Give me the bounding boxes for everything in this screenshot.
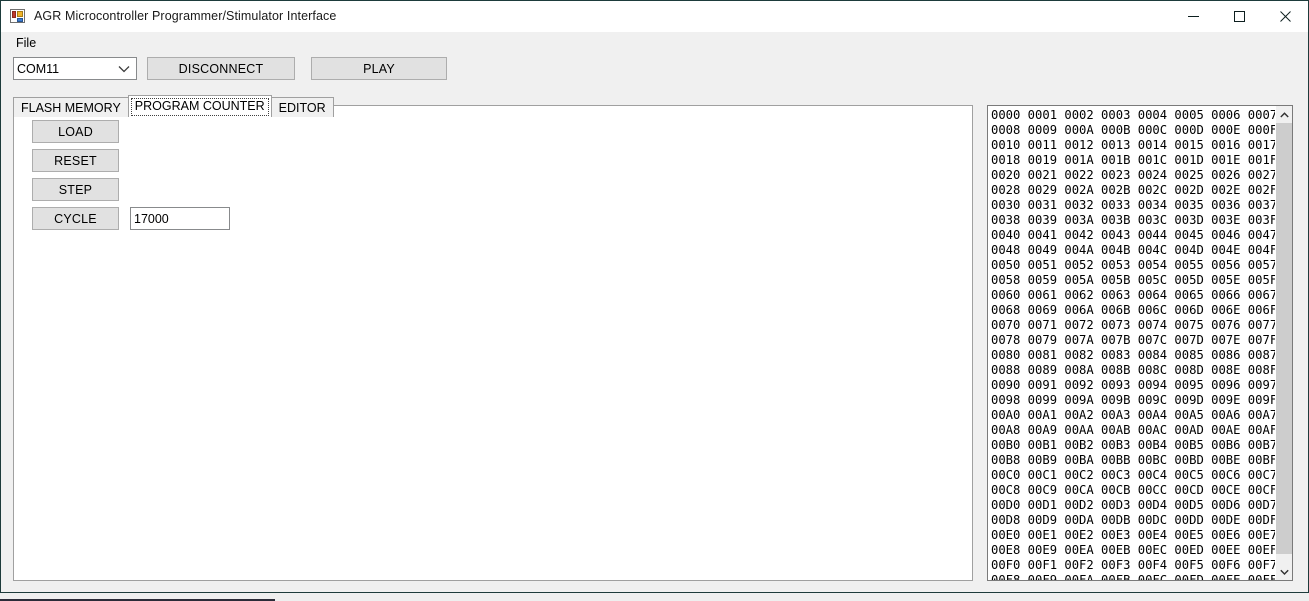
address-row[interactable]: 0018 0019 001A 001B 001C 001D 001E 001F bbox=[991, 153, 1275, 168]
tab-strip: FLASH MEMORY PROGRAM COUNTER EDITOR bbox=[13, 95, 1308, 117]
address-row[interactable]: 00C8 00C9 00CA 00CB 00CC 00CD 00CE 00CF bbox=[991, 483, 1275, 498]
disconnect-button[interactable]: DISCONNECT bbox=[147, 57, 295, 80]
title-bar: AGR Microcontroller Programmer/Stimulato… bbox=[1, 1, 1308, 32]
scrollbar-thumb[interactable] bbox=[1276, 123, 1292, 554]
address-row[interactable]: 00D8 00D9 00DA 00DB 00DC 00DD 00DE 00DF bbox=[991, 513, 1275, 528]
address-row[interactable]: 0008 0009 000A 000B 000C 000D 000E 000F bbox=[991, 123, 1275, 138]
address-rows-container: 0000 0001 0002 0003 0004 0005 0006 0007 0… bbox=[988, 106, 1275, 580]
address-row[interactable]: 0058 0059 005A 005B 005C 005D 005E 005F bbox=[991, 273, 1275, 288]
address-row[interactable]: 00B0 00B1 00B2 00B3 00B4 00B5 00B6 00B7 bbox=[991, 438, 1275, 453]
application-window: AGR Microcontroller Programmer/Stimulato… bbox=[0, 0, 1309, 593]
address-row[interactable]: 0020 0021 0022 0023 0024 0025 0026 0027 bbox=[991, 168, 1275, 183]
window-title: AGR Microcontroller Programmer/Stimulato… bbox=[34, 9, 337, 23]
tab-flash-memory[interactable]: FLASH MEMORY bbox=[13, 97, 129, 117]
address-row[interactable]: 0070 0071 0072 0073 0074 0075 0076 0077 bbox=[991, 318, 1275, 333]
menu-item-file[interactable]: File bbox=[7, 33, 45, 53]
maximize-icon bbox=[1233, 10, 1245, 22]
program-counter-controls: LOAD RESET STEP CYCLE bbox=[32, 120, 230, 236]
minimize-button[interactable] bbox=[1170, 1, 1216, 31]
cycle-count-input[interactable] bbox=[130, 207, 230, 230]
reset-button[interactable]: RESET bbox=[32, 149, 119, 172]
cycle-button[interactable]: CYCLE bbox=[32, 207, 119, 230]
step-row: STEP bbox=[32, 178, 230, 201]
address-row[interactable]: 0010 0011 0012 0013 0014 0015 0016 0017 bbox=[991, 138, 1275, 153]
chevron-down-icon bbox=[1280, 569, 1289, 575]
chevron-down-icon bbox=[118, 62, 130, 76]
cycle-row: CYCLE bbox=[32, 207, 230, 230]
address-row[interactable]: 0040 0041 0042 0043 0044 0045 0046 0047 bbox=[991, 228, 1275, 243]
program-counter-address-listbox[interactable]: 0000 0001 0002 0003 0004 0005 0006 0007 0… bbox=[987, 105, 1293, 581]
step-button[interactable]: STEP bbox=[32, 178, 119, 201]
address-row[interactable]: 00A8 00A9 00AA 00AB 00AC 00AD 00AE 00AF bbox=[991, 423, 1275, 438]
address-row[interactable]: 0080 0081 0082 0083 0084 0085 0086 0087 bbox=[991, 348, 1275, 363]
address-row[interactable]: 00C0 00C1 00C2 00C3 00C4 00C5 00C6 00C7 bbox=[991, 468, 1275, 483]
address-row[interactable]: 00D0 00D1 00D2 00D3 00D4 00D5 00D6 00D7 bbox=[991, 498, 1275, 513]
address-row[interactable]: 00F0 00F1 00F2 00F3 00F4 00F5 00F6 00F7 bbox=[991, 558, 1275, 573]
menu-bar: File bbox=[1, 32, 1308, 54]
scroll-down-button[interactable] bbox=[1276, 563, 1292, 580]
address-row[interactable]: 0060 0061 0062 0063 0064 0065 0066 0067 bbox=[991, 288, 1275, 303]
address-row[interactable]: 0028 0029 002A 002B 002C 002D 002E 002F bbox=[991, 183, 1275, 198]
desktop-background-sliver bbox=[0, 593, 1309, 601]
address-row[interactable]: 0090 0091 0092 0093 0094 0095 0096 0097 bbox=[991, 378, 1275, 393]
address-row[interactable]: 0050 0051 0052 0053 0054 0055 0056 0057 bbox=[991, 258, 1275, 273]
app-icon bbox=[10, 8, 26, 24]
address-row[interactable]: 0098 0099 009A 009B 009C 009D 009E 009F bbox=[991, 393, 1275, 408]
address-row[interactable]: 0030 0031 0032 0033 0034 0035 0036 0037 bbox=[991, 198, 1275, 213]
load-button[interactable]: LOAD bbox=[32, 120, 119, 143]
address-row[interactable]: 00A0 00A1 00A2 00A3 00A4 00A5 00A6 00A7 bbox=[991, 408, 1275, 423]
close-button[interactable] bbox=[1262, 1, 1308, 31]
toolbar: COM11 DISCONNECT PLAY bbox=[1, 54, 1308, 91]
com-port-dropdown[interactable]: COM11 bbox=[13, 57, 137, 80]
address-row[interactable]: 0078 0079 007A 007B 007C 007D 007E 007F bbox=[991, 333, 1275, 348]
vertical-scrollbar[interactable] bbox=[1275, 106, 1292, 580]
close-icon bbox=[1279, 10, 1291, 22]
address-row[interactable]: 00F8 00F9 00FA 00FB 00FC 00FD 00FE 00FF bbox=[991, 573, 1275, 580]
address-row[interactable]: 0088 0089 008A 008B 008C 008D 008E 008F bbox=[991, 363, 1275, 378]
address-row[interactable]: 00E8 00E9 00EA 00EB 00EC 00ED 00EE 00EF bbox=[991, 543, 1275, 558]
maximize-button[interactable] bbox=[1216, 1, 1262, 31]
address-row[interactable]: 00B8 00B9 00BA 00BB 00BC 00BD 00BE 00BF bbox=[991, 453, 1275, 468]
load-row: LOAD bbox=[32, 120, 230, 143]
play-button[interactable]: PLAY bbox=[311, 57, 447, 80]
window-controls bbox=[1170, 1, 1308, 31]
tab-program-counter-label: PROGRAM COUNTER bbox=[134, 99, 265, 113]
address-row[interactable]: 0068 0069 006A 006B 006C 006D 006E 006F bbox=[991, 303, 1275, 318]
address-row[interactable]: 00E0 00E1 00E2 00E3 00E4 00E5 00E6 00E7 bbox=[991, 528, 1275, 543]
tab-editor[interactable]: EDITOR bbox=[270, 97, 334, 117]
tab-program-counter[interactable]: PROGRAM COUNTER bbox=[127, 95, 272, 117]
com-port-value: COM11 bbox=[17, 61, 60, 76]
address-row[interactable]: 0048 0049 004A 004B 004C 004D 004E 004F bbox=[991, 243, 1275, 258]
reset-row: RESET bbox=[32, 149, 230, 172]
program-counter-tab-page: LOAD RESET STEP CYCLE bbox=[13, 105, 973, 581]
minimize-icon bbox=[1187, 15, 1199, 17]
address-row[interactable]: 0038 0039 003A 003B 003C 003D 003E 003F bbox=[991, 213, 1275, 228]
